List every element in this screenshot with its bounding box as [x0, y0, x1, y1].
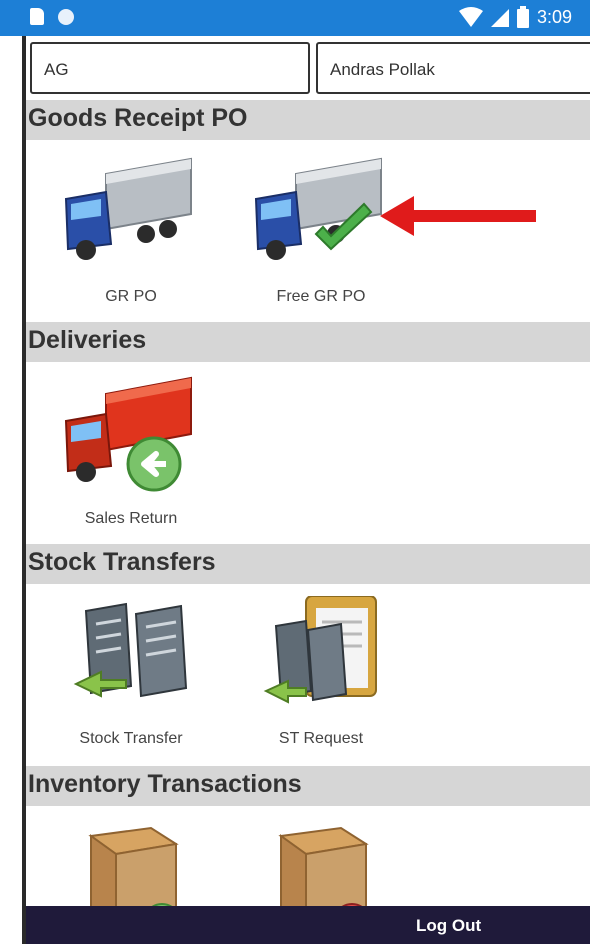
servers-clipboard-icon — [246, 595, 386, 716]
signal-icon — [490, 9, 509, 27]
tile-label: Sales Return — [84, 510, 178, 527]
tile-label: Stock Transfer — [79, 730, 183, 747]
tile-stock-transfer[interactable]: Stock Transfer — [36, 596, 206, 756]
sd-card-icon — [30, 8, 44, 25]
circle-icon — [58, 8, 74, 25]
tile-free-gr-po[interactable]: Free GR PO — [226, 154, 396, 314]
section-deliveries: Deliveries — [26, 322, 590, 362]
tile-label: ST Request — [278, 730, 364, 747]
wifi-icon — [458, 7, 483, 27]
clock: 3:09 — [536, 6, 572, 27]
tile-label: GR PO — [105, 288, 157, 305]
tile-inventory-issue[interactable] — [226, 826, 396, 906]
user-field[interactable]: Andras Pollak — [316, 42, 590, 94]
crate-plus-icon — [56, 826, 196, 906]
tile-label: Free GR PO — [276, 288, 366, 305]
truck-check-icon — [246, 154, 386, 274]
bottom-bar: Log Out — [26, 906, 590, 944]
annotation-arrow-icon — [380, 196, 536, 236]
servers-arrow-icon — [56, 596, 196, 716]
tile-st-request[interactable]: ST Request — [226, 595, 396, 756]
logout-button[interactable]: Log Out — [416, 916, 481, 936]
section-goods-receipt-po: Goods Receipt PO — [26, 100, 590, 140]
status-bar: 3:09 — [0, 0, 590, 36]
header-fields: AG Andras Pollak — [30, 40, 590, 96]
section-inventory-transactions: Inventory Transactions — [26, 766, 590, 806]
tile-sales-return[interactable]: Sales Return — [36, 376, 206, 536]
main-content[interactable]: AG Andras Pollak Goods Receipt PO GR PO — [26, 36, 590, 906]
company-field[interactable]: AG — [30, 42, 310, 94]
battery-icon — [516, 6, 529, 28]
section-stock-transfers: Stock Transfers — [26, 544, 590, 584]
truck-icon — [56, 154, 196, 274]
tile-inventory-receipt[interactable] — [36, 826, 206, 906]
red-truck-return-icon — [56, 376, 196, 496]
crate-minus-icon — [246, 826, 386, 906]
tile-gr-po[interactable]: GR PO — [36, 154, 206, 314]
